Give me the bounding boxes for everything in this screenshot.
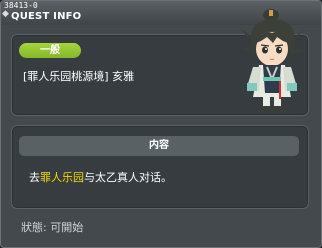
npc-portrait-icon <box>239 9 305 111</box>
window-title: QUEST INFO <box>11 11 82 22</box>
quest-name: [罪人乐园桃源境] 亥雅 <box>23 70 135 83</box>
quest-description: 去罪人乐园与太乙真人对话。 <box>29 171 172 185</box>
location-highlight: 罪人乐园 <box>40 171 84 184</box>
quest-info-window: 38413-0 ◆ QUEST INFO 一般 [罪人乐园桃源境] 亥雅 内容 … <box>0 0 322 248</box>
status-value: 可開始 <box>50 221 84 234</box>
category-badge: 一般 <box>19 43 81 58</box>
status-label: 狀態: <box>21 221 47 234</box>
quest-status: 狀態: 可開始 <box>21 221 83 235</box>
description-prefix: 去 <box>29 171 40 184</box>
content-header: 内容 <box>19 136 299 156</box>
quest-info-icon: ◆ <box>2 9 9 19</box>
description-suffix: 与太乙真人对话。 <box>84 171 172 184</box>
